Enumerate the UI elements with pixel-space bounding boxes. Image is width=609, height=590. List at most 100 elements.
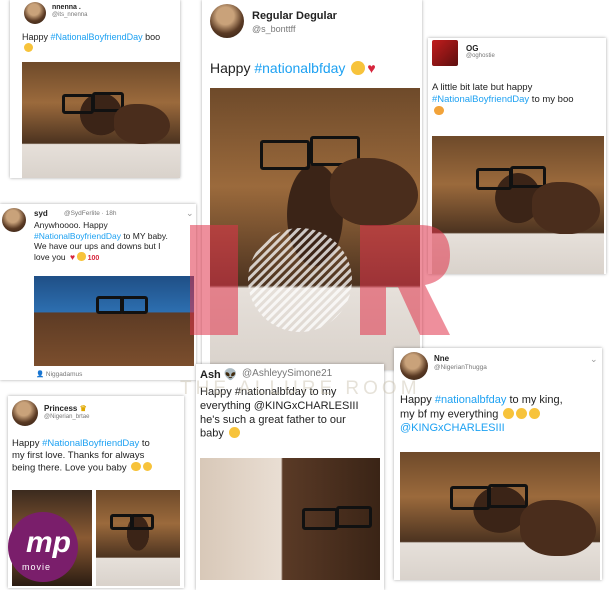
kiss-emoji-icon	[131, 461, 141, 472]
watermark-bar	[190, 225, 238, 335]
glasses-graphic	[130, 514, 154, 530]
heart-emoji-icon: ♥	[70, 251, 76, 262]
avatar[interactable]	[210, 4, 244, 38]
hashtag-link[interactable]: #NationalBoyfriendDay	[51, 32, 143, 42]
author-name[interactable]: nnenna .	[52, 4, 81, 11]
handle-text: @SydFerlite	[64, 210, 100, 217]
tweet-text-part: my first love. Thanks for always	[12, 449, 145, 461]
tweet-text-part: to	[139, 438, 150, 449]
tweet-text-part: he's such a great father to our	[200, 413, 346, 426]
avatar[interactable]	[24, 2, 46, 24]
glasses-graphic	[450, 486, 490, 510]
tweet-text: Happy #NationalBoyfriendDay to my first …	[12, 438, 184, 474]
tweet-text-part: boo	[142, 32, 161, 42]
kiss-emoji-icon	[503, 407, 515, 419]
glasses-graphic	[336, 506, 372, 528]
media-credit[interactable]: 👤 Niggadamus	[36, 370, 82, 378]
avatar[interactable]	[12, 400, 38, 426]
heart-emoji-icon: ♥	[367, 60, 376, 76]
tweet-card-og: OG @oghostie A little bit late but happy…	[428, 38, 606, 274]
tweet-text-part: Anywhoooo. Happy	[34, 220, 108, 230]
media-credit-text: Niggadamus	[45, 371, 83, 378]
author-name[interactable]: Princess ♛	[44, 404, 87, 413]
author-handle[interactable]: @SydFerlite · 18h	[64, 210, 117, 217]
avatar[interactable]	[400, 352, 428, 380]
kiss-emoji-icon	[529, 407, 541, 419]
avatar[interactable]	[432, 40, 458, 66]
tweet-photo[interactable]	[96, 490, 180, 586]
hundred-emoji-icon: 100	[87, 254, 100, 262]
glasses-graphic	[260, 140, 310, 170]
tweet-card-nne: Nne @NigerianThugga ⌄ Happy #nationalbfd…	[394, 348, 602, 580]
author-name[interactable]: Regular Degular	[252, 10, 337, 22]
hashtag-link[interactable]: #NationalBoyfriendDay	[432, 94, 529, 105]
avatar[interactable]	[2, 208, 26, 232]
chevron-down-icon[interactable]: ⌄	[186, 208, 194, 219]
watermark-text: THE ALLURE ROOM	[180, 378, 421, 399]
watermark-letter	[360, 225, 450, 335]
tweet-text-part: A little bit late but happy	[432, 82, 533, 93]
tweet-text-part: my bf my everything	[400, 408, 499, 421]
author-handle[interactable]: @NigerianThugga	[434, 364, 487, 371]
heart-eyes-emoji-icon	[434, 105, 444, 116]
kiss-emoji-icon	[351, 60, 366, 75]
tweet-card-nnenna: nnenna . @its_nnenna Happy #NationalBoyf…	[10, 0, 180, 178]
tweet-photo[interactable]	[34, 276, 194, 366]
tweet-card-syd: syd @SydFerlite · 18h ⌄ Anywhoooo. Happy…	[0, 204, 196, 380]
author-handle[interactable]: @Nigerian_brtae	[44, 414, 89, 420]
author-handle[interactable]: @its_nnenna	[52, 12, 87, 18]
author-handle[interactable]: @oghostie	[466, 53, 495, 59]
kiss-emoji-icon	[516, 407, 528, 419]
glasses-graphic	[510, 166, 546, 188]
glasses-graphic	[120, 296, 148, 314]
hand-graphic	[520, 500, 596, 556]
author-handle[interactable]: @s_bonttff	[252, 24, 296, 34]
kiss-emoji-icon	[142, 461, 153, 472]
tweet-text: Anywhoooo. Happy #NationalBoyfriendDay t…	[34, 220, 194, 264]
tweet-photo[interactable]	[200, 458, 380, 580]
author-name-text: Princess	[44, 404, 78, 413]
tweet-text: Happy #nationalbfday ♥	[210, 60, 420, 78]
tweet-text-part: Happy	[12, 438, 43, 449]
logo-letters: mp	[26, 526, 71, 559]
hashtag-link[interactable]: #nationalbfday	[435, 394, 507, 406]
mention-link[interactable]: @KINGxCHARLESIII	[400, 422, 505, 434]
site-logo: mp movie	[8, 512, 78, 582]
tweet-text: Happy #NationalBoyfriendDay boo	[22, 32, 180, 55]
tweet-photo[interactable]	[432, 136, 604, 274]
face-emoji-icon	[24, 43, 33, 53]
author-name[interactable]: syd	[34, 209, 48, 218]
chevron-down-icon[interactable]: ⌄	[590, 354, 598, 365]
tweet-text-part: baby	[200, 427, 224, 440]
kiss-emoji-icon	[77, 252, 86, 261]
glasses-graphic	[476, 168, 512, 190]
tweet-text-part: to MY baby.	[120, 230, 168, 241]
hashtag-link[interactable]: #NationalBoyfriendDay	[34, 231, 121, 241]
tweet-text-part: Happy	[22, 32, 51, 42]
watermark-circle	[248, 228, 352, 332]
glasses-graphic	[302, 508, 338, 530]
author-name[interactable]: Nne	[434, 354, 449, 363]
tweet-time: 18h	[105, 210, 117, 217]
tweet-text-part: to my boo	[529, 93, 574, 105]
hand-graphic	[532, 182, 600, 234]
watermark-logo	[190, 225, 450, 335]
glasses-graphic	[62, 94, 94, 114]
glasses-graphic	[488, 484, 528, 508]
tweet-text: A little bit late but happy #NationalBoy…	[432, 82, 606, 118]
tweet-text-part: to my king,	[506, 394, 563, 406]
author-name[interactable]: OG	[466, 44, 478, 53]
tweet-text-part: everything @KINGxCHARLESIII	[200, 399, 359, 412]
tweet-text-part: We have our ups and downs but I	[34, 241, 161, 252]
joy-emoji-icon	[228, 427, 240, 439]
tweet-text-part: being there. Love you baby	[12, 462, 127, 474]
tweet-photo[interactable]	[400, 452, 600, 580]
tweet-text: Happy #nationalbfday to my king, my bf m…	[400, 394, 600, 436]
hand-graphic	[114, 104, 170, 144]
logo-subtext: movie	[22, 562, 52, 572]
hashtag-link[interactable]: #nationalbfday	[254, 60, 345, 76]
hashtag-link[interactable]: #NationalBoyfriendDay	[42, 438, 139, 449]
tweet-photo[interactable]	[22, 62, 180, 178]
tweet-text-part: love you	[34, 251, 66, 262]
tweet-text-part: Happy	[210, 60, 255, 76]
